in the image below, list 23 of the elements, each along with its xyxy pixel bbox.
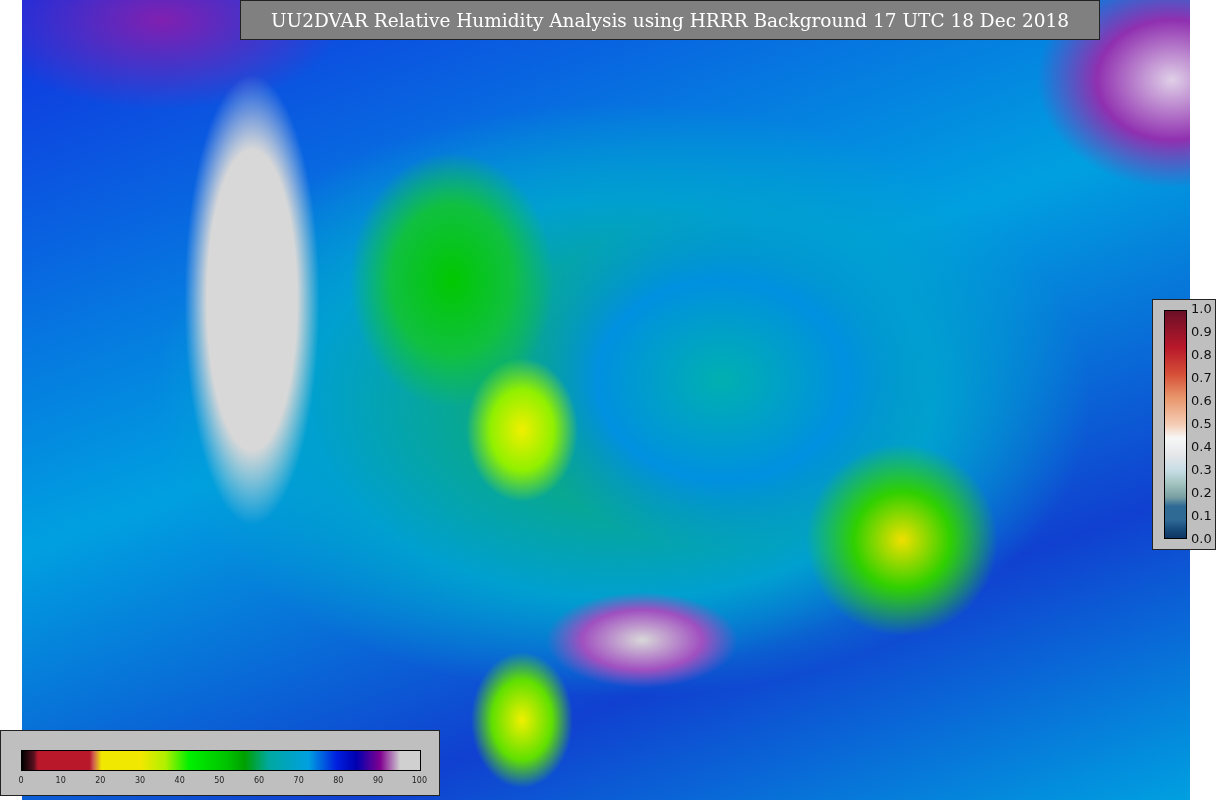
colorbar-tick-label: 0.8 <box>1191 348 1212 362</box>
colorbar-tick-label: 20 <box>94 776 107 785</box>
colorbar-tick-label: 90 <box>372 776 385 785</box>
colorbar-tick-label: 1.0 <box>1191 302 1212 316</box>
colorbar-tick-label: 30 <box>134 776 146 785</box>
colorbar-tick-label: 40 <box>173 776 186 785</box>
colorbar-tick-label: 0.0 <box>1191 532 1212 546</box>
colorbar-tick-label: 0 <box>17 776 25 785</box>
colorbar-tick-label: 60 <box>253 776 266 785</box>
colorbar-tick-label: 0.1 <box>1191 509 1212 523</box>
colorbar-tick-label: 10 <box>54 776 67 785</box>
colorbar-tick-label: 0.5 <box>1191 417 1212 431</box>
colorbar-tick-label: 0.6 <box>1191 394 1212 408</box>
colorbar-tick-label: 70 <box>292 776 305 785</box>
colorbar-tick-label: 0.3 <box>1191 463 1212 477</box>
colorbar-tick-label: 100 <box>411 776 427 785</box>
map-title: UU2DVAR Relative Humidity Analysis using HRRR Background 17 UTC 18 Dec 2018 <box>240 0 1100 40</box>
colorbar-tick-label: 80 <box>332 776 345 785</box>
colorbar-tick-label: 50 <box>213 776 226 785</box>
colorbar-tick-label: 0.7 <box>1191 371 1212 385</box>
colorbar-tick-label: 0.2 <box>1191 486 1212 500</box>
colorbar-tick-label: 0.4 <box>1191 440 1212 454</box>
colorbar-tick-label: 0.9 <box>1191 325 1212 339</box>
